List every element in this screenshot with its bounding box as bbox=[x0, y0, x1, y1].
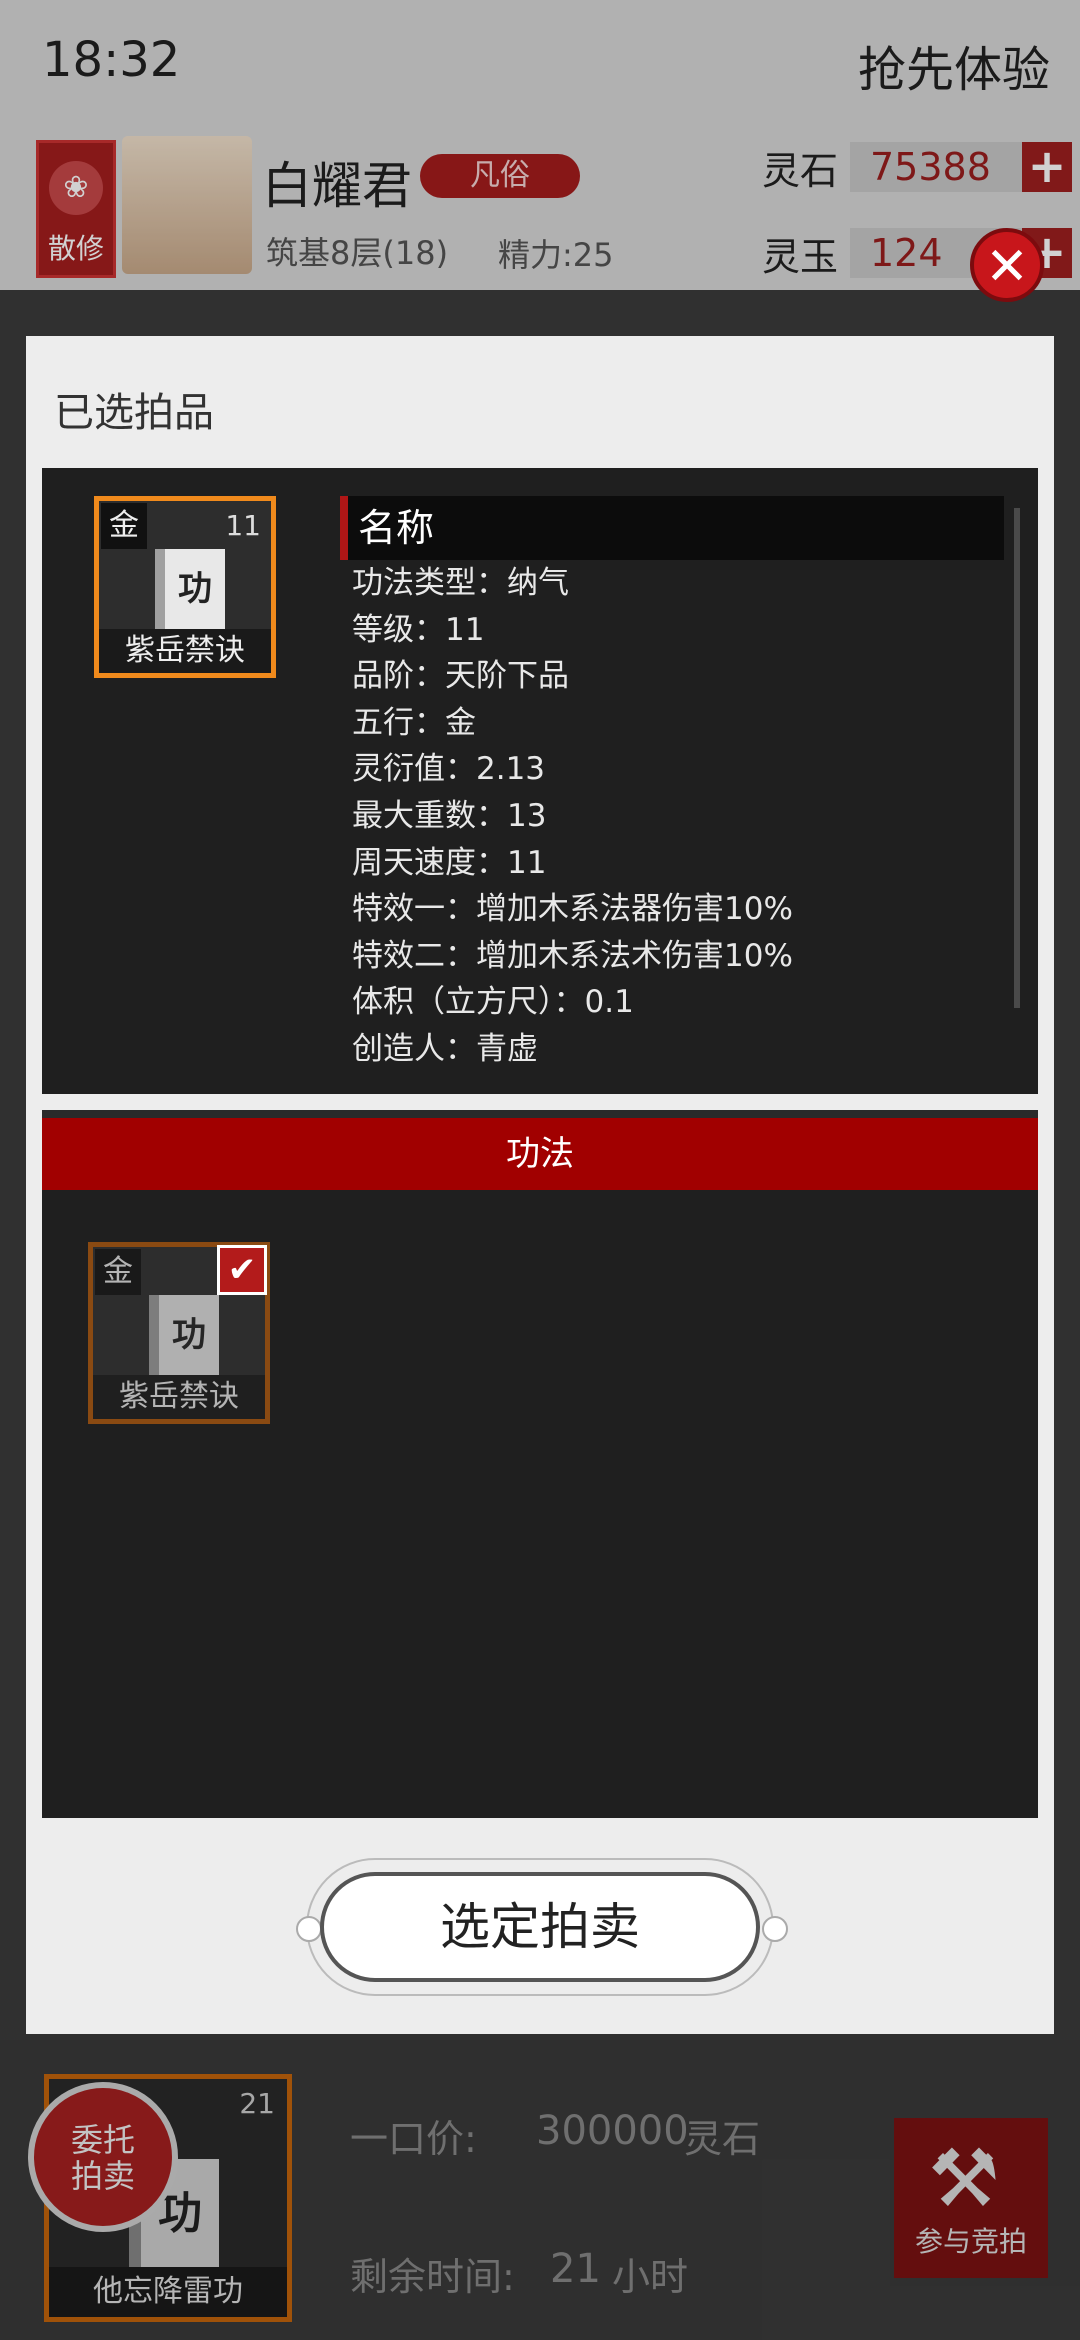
early-access-label: 抢先体验 bbox=[857, 42, 1050, 98]
remaining-time-unit: 小时 bbox=[612, 2255, 689, 2299]
join-bid-button[interactable]: ⚒ 参与竞拍 bbox=[894, 2118, 1048, 2278]
price-label: 一口价: bbox=[350, 2117, 477, 2161]
checkmark-icon[interactable]: ✔ bbox=[217, 1245, 267, 1295]
join-bid-label: 参与竞拍 bbox=[914, 2225, 1027, 2258]
top-header: 18:32 抢先体验 ❀ 散修 白耀君 凡俗 筑基8层(18) 精力:25 灵石… bbox=[0, 0, 1080, 290]
technique-book-icon: 功 bbox=[155, 549, 225, 629]
selected-lot-modal: 已选拍品 金 11 功 紫岳禁诀 名称 功法类型：纳气 等级：11 品阶：天阶下… bbox=[26, 336, 1054, 2034]
close-button[interactable]: ✕ bbox=[970, 228, 1044, 302]
item-detail-panel: 金 11 功 紫岳禁诀 名称 功法类型：纳气 等级：11 品阶：天阶下品 五行：… bbox=[42, 468, 1038, 1094]
attr-cycle-speed: 周天速度：11 bbox=[352, 844, 547, 881]
attribute-list[interactable]: 功法类型：纳气 等级：11 品阶：天阶下品 五行：金 灵衍值：2.13 最大重数… bbox=[352, 560, 992, 1068]
item-level: 11 bbox=[225, 509, 261, 542]
technique-book-icon: 功 bbox=[149, 1295, 219, 1375]
list-item[interactable]: 金 功 紫岳禁诀 ✔ bbox=[88, 1242, 270, 1424]
spirit-stone-label: 灵石 bbox=[762, 149, 839, 193]
name-header: 名称 bbox=[340, 496, 1004, 560]
consign-label-1: 委托 bbox=[70, 2121, 135, 2159]
attr-grade: 品阶：天阶下品 bbox=[352, 658, 569, 695]
cultivation-level: 筑基8层(18) bbox=[266, 234, 449, 272]
item-list-panel: 功法 金 功 紫岳禁诀 ✔ bbox=[42, 1110, 1038, 1818]
avatar[interactable] bbox=[122, 136, 252, 274]
scrollbar[interactable] bbox=[1014, 508, 1020, 1008]
attr-creator: 创造人：青虚 bbox=[352, 1030, 538, 1067]
realm-badge: 凡俗 bbox=[420, 154, 580, 198]
attr-level: 等级：11 bbox=[352, 611, 485, 648]
element-tag: 金 bbox=[101, 503, 147, 549]
listing-item-level: 21 bbox=[239, 2087, 275, 2120]
attr-element: 五行：金 bbox=[352, 704, 476, 741]
attr-max-layers: 最大重数：13 bbox=[352, 797, 547, 834]
select-auction-button[interactable]: 选定拍卖 bbox=[320, 1872, 760, 1982]
attr-effect-1: 特效一：增加木系法器伤害10% bbox=[352, 891, 793, 928]
attr-spirit-value: 灵衍值：2.13 bbox=[352, 751, 546, 788]
element-tag: 金 bbox=[95, 1249, 141, 1295]
selected-item-card[interactable]: 金 11 功 紫岳禁诀 bbox=[94, 496, 276, 678]
price-unit: 灵石 bbox=[684, 2117, 761, 2161]
sect-badge[interactable]: ❀ 散修 bbox=[36, 140, 116, 278]
add-spirit-stone-button[interactable]: + bbox=[1022, 142, 1072, 192]
attr-type: 功法类型：纳气 bbox=[352, 565, 569, 601]
attr-volume: 体积（立方尺）：0.1 bbox=[352, 984, 634, 1021]
sect-label: 散修 bbox=[47, 232, 104, 265]
category-tab[interactable]: 功法 bbox=[42, 1118, 1038, 1190]
attr-effect-2: 特效二：增加木系法术伤害10% bbox=[352, 937, 793, 974]
consign-auction-button[interactable]: 委托 拍卖 bbox=[28, 2082, 178, 2232]
item-name: 紫岳禁诀 bbox=[99, 629, 271, 673]
frame-knob-left bbox=[296, 1916, 322, 1942]
remaining-time-value: 21 bbox=[550, 2246, 601, 2292]
spirit-stone-value: 75388 bbox=[850, 142, 1040, 192]
spirit-jade-label: 灵玉 bbox=[762, 235, 839, 279]
close-icon: ✕ bbox=[985, 237, 1029, 297]
listing-item-name: 他忘降雷功 bbox=[49, 2267, 287, 2317]
player-name: 白耀君 bbox=[262, 157, 412, 215]
remaining-time-label: 剩余时间: bbox=[350, 2255, 515, 2299]
energy-value: 精力:25 bbox=[498, 236, 614, 274]
modal-title: 已选拍品 bbox=[54, 390, 214, 436]
frame-knob-right bbox=[762, 1916, 788, 1942]
price-value: 300000 bbox=[536, 2108, 689, 2154]
status-time: 18:32 bbox=[42, 32, 181, 88]
lotus-icon: ❀ bbox=[49, 161, 103, 215]
list-item-name: 紫岳禁诀 bbox=[93, 1375, 265, 1419]
consign-label-2: 拍卖 bbox=[70, 2157, 135, 2195]
gavel-icon: ⚒ bbox=[928, 2132, 1000, 2225]
